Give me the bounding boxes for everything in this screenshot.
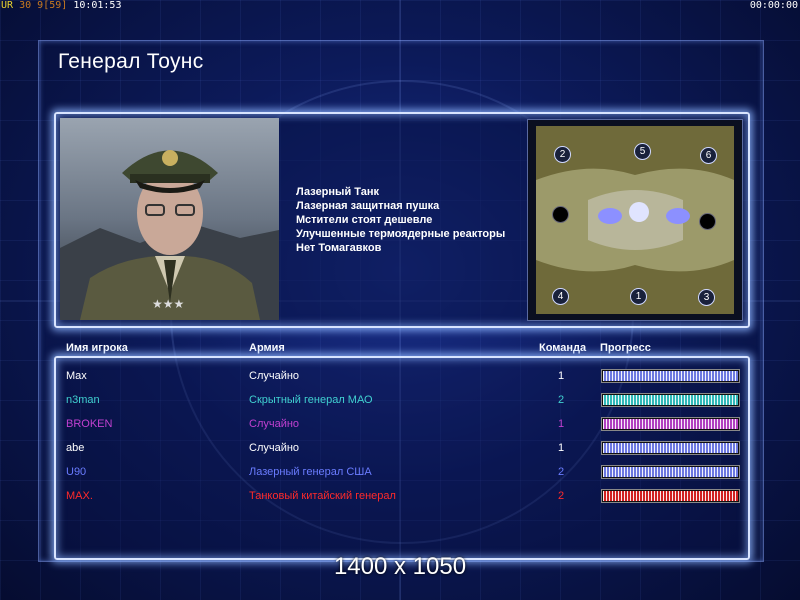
svg-text:★★★: ★★★	[152, 297, 184, 311]
map-preview: 2 5 6 4 1 3	[527, 119, 743, 321]
start-position-6: 6	[700, 147, 717, 164]
trait-item: Мстители стоят дешевле	[296, 214, 433, 226]
general-portrait-image: ★★★	[60, 118, 279, 320]
table-row: MAX. Танковый китайский генерал 2	[0, 486, 800, 510]
player-team: 1	[557, 418, 565, 430]
trait-item: Улучшенные термоядерные реакторы	[296, 228, 506, 240]
player-team: 1	[557, 370, 565, 382]
player-army: Случайно	[249, 442, 300, 454]
clock: 10:01:53	[73, 0, 122, 11]
progress-bar	[601, 393, 740, 407]
player-army: Случайно	[249, 370, 300, 382]
start-position-5: 5	[634, 143, 651, 160]
player-name: BROKEN	[66, 418, 113, 430]
status-value-1: 30	[19, 0, 32, 11]
general-traits-list: Лазерный Танк Лазерная защитная пушка Мс…	[296, 185, 505, 255]
start-position-empty	[699, 213, 716, 230]
game-timer: 00:00:00	[749, 0, 798, 11]
general-portrait: ★★★	[60, 118, 279, 320]
progress-bar	[601, 465, 740, 479]
start-position-label: 4	[557, 291, 564, 302]
start-position-4: 4	[552, 288, 569, 305]
player-team: 2	[557, 490, 565, 502]
player-army: Скрытный генерал МАО	[249, 394, 373, 406]
progress-bar	[601, 489, 740, 503]
start-position-label: 6	[705, 150, 712, 161]
player-name: MAX.	[66, 490, 93, 502]
progress-bar-fill	[603, 491, 738, 501]
table-row: Max Случайно 1	[0, 366, 800, 390]
player-army: Случайно	[249, 418, 300, 430]
column-header-team: Команда	[539, 342, 587, 354]
start-position-2: 2	[554, 146, 571, 163]
column-header-army: Армия	[249, 342, 285, 354]
status-code: UR	[1, 0, 14, 11]
column-header-player-name: Имя игрока	[66, 342, 128, 354]
progress-bar	[601, 417, 740, 431]
start-position-label: 3	[703, 292, 710, 303]
progress-bar-fill	[603, 467, 738, 477]
player-army: Лазерный генерал США	[249, 466, 372, 478]
player-team: 1	[557, 442, 565, 454]
table-row: U90 Лазерный генерал США 2	[0, 462, 800, 486]
column-header-progress: Прогресс	[600, 342, 651, 354]
start-position-label: 5	[639, 146, 646, 157]
progress-bar-fill	[603, 419, 738, 429]
player-army: Танковый китайский генерал	[249, 490, 396, 502]
trait-item: Лазерный Танк	[296, 186, 379, 198]
progress-bar	[601, 369, 740, 383]
player-name: abe	[66, 442, 85, 454]
player-team: 2	[557, 394, 565, 406]
start-position-label: 1	[635, 291, 642, 302]
player-name: U90	[66, 466, 87, 478]
player-name: n3man	[66, 394, 100, 406]
resolution-caption: 1400 x 1050	[333, 553, 467, 580]
trait-item: Нет Томагавков	[296, 242, 382, 254]
trait-item: Лазерная защитная пушка	[296, 200, 440, 212]
progress-bar-fill	[603, 395, 738, 405]
table-row: n3man Скрытный генерал МАО 2	[0, 390, 800, 414]
table-row: BROKEN Случайно 1	[0, 414, 800, 438]
progress-bar-fill	[603, 371, 738, 381]
start-position-3: 3	[698, 289, 715, 306]
start-position-empty	[552, 206, 569, 223]
fps-readout: UR 30 9[59] 10:01:53	[1, 0, 121, 11]
progress-bar	[601, 441, 740, 455]
start-position-label: 2	[559, 149, 566, 160]
player-name: Max	[66, 370, 87, 382]
status-value-3: [59]	[43, 0, 68, 11]
progress-bar-fill	[603, 443, 738, 453]
start-position-1: 1	[630, 288, 647, 305]
top-status-bar: UR 30 9[59] 10:01:53 00:00:00	[0, 0, 800, 12]
player-team: 2	[557, 466, 565, 478]
page-title: Генерал Тоунс	[58, 50, 204, 73]
table-row: abe Случайно 1	[0, 438, 800, 462]
